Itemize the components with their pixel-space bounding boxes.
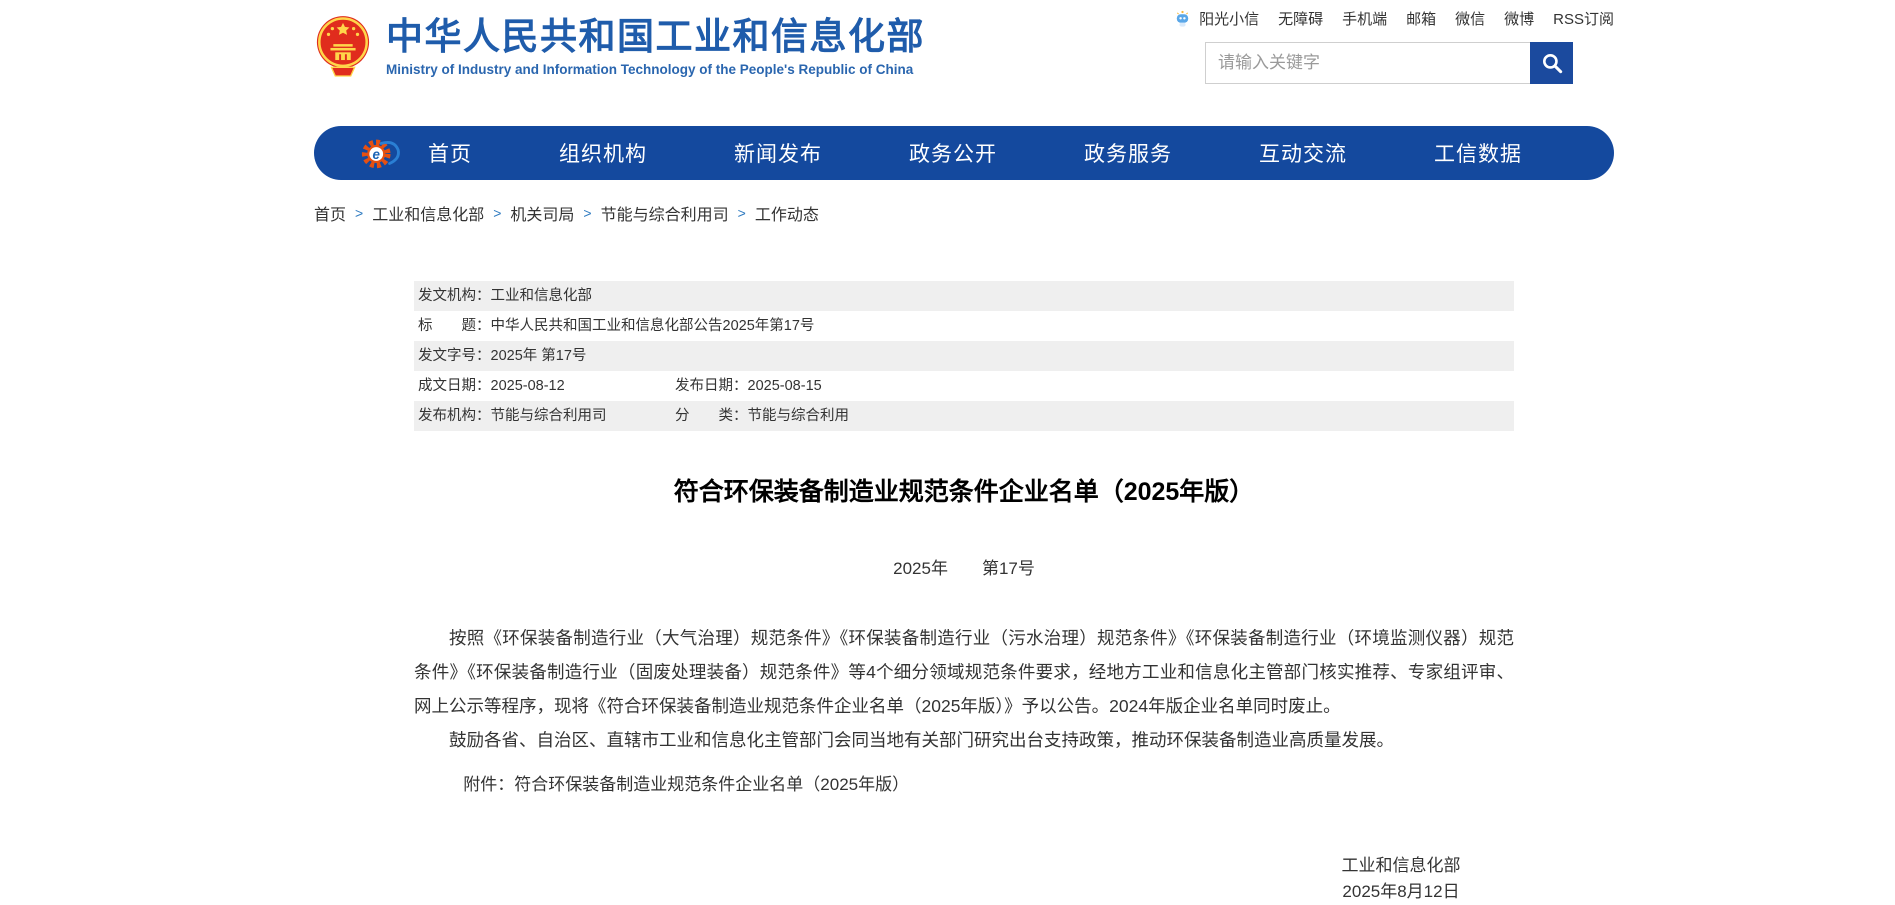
national-emblem-logo <box>314 14 372 80</box>
meta-value: 节能与综合利用司 <box>491 408 607 424</box>
meta-label: 发文机构： <box>418 288 491 304</box>
meta-label: 发布日期： <box>675 378 748 394</box>
meta-value: 中华人民共和国工业和信息化部公告2025年第17号 <box>491 318 815 334</box>
meta-row-issuing-agency: 发文机构：工业和信息化部 <box>414 281 1514 311</box>
top-link-mobile[interactable]: 手机端 <box>1342 8 1387 29</box>
header-right: 阳光小信 无障碍 手机端 邮箱 微信 微博 RSS订阅 <box>974 8 1614 84</box>
meta-cell: 发文字号：2025年 第17号 <box>418 341 586 371</box>
top-link-sunshine-bot[interactable]: 阳光小信 <box>1199 8 1259 29</box>
search-icon <box>1539 50 1565 76</box>
breadcrumb-separator: > <box>583 205 591 221</box>
meta-row-doc-number: 发文字号：2025年 第17号 <box>414 341 1514 371</box>
site-brand: 中华人民共和国工业和信息化部 Ministry of Industry and … <box>314 14 925 80</box>
site-title-cn: 中华人民共和国工业和信息化部 <box>386 17 925 58</box>
svg-text:e: e <box>373 147 381 162</box>
meta-value: 2025-08-12 <box>491 378 565 394</box>
meta-label: 标 题： <box>418 318 491 334</box>
attachment-link[interactable]: 附件：符合环保装备制造业规范条件企业名单（2025年版） <box>414 773 1514 797</box>
article-paragraph: 鼓励各省、自治区、直辖市工业和信息化主管部门会同当地有关部门研究出台支持政策，推… <box>414 723 1514 757</box>
nav-item-data[interactable]: 工信数据 <box>1434 138 1522 168</box>
breadcrumb-separator: > <box>493 205 501 221</box>
meta-value: 工业和信息化部 <box>491 288 593 304</box>
meta-label: 发布机构： <box>418 408 491 424</box>
signature-date: 2025年8月12日 <box>1296 879 1506 905</box>
top-link-rss[interactable]: RSS订阅 <box>1553 8 1614 29</box>
meta-cell: 发布日期：2025-08-15 <box>675 371 822 401</box>
nav-item-gov-disclosure[interactable]: 政务公开 <box>909 138 997 168</box>
article-paragraph: 按照《环保装备制造行业（大气治理）规范条件》《环保装备制造行业（污水治理）规范条… <box>414 621 1514 723</box>
sunshine-bot-icon <box>1173 9 1192 28</box>
meta-value: 2025年 第17号 <box>491 348 587 364</box>
breadcrumb-separator: > <box>738 205 746 221</box>
site-header: 中华人民共和国工业和信息化部 Ministry of Industry and … <box>314 0 1614 126</box>
breadcrumb-energy-dept[interactable]: 节能与综合利用司 <box>601 201 729 225</box>
meta-row-title: 标 题：中华人民共和国工业和信息化部公告2025年第17号 <box>414 311 1514 341</box>
top-utility-links: 阳光小信 无障碍 手机端 邮箱 微信 微博 RSS订阅 <box>974 8 1614 29</box>
breadcrumb-home[interactable]: 首页 <box>314 201 346 225</box>
breadcrumb: 首页 > 工业和信息化部 > 机关司局 > 节能与综合利用司 > 工作动态 <box>314 201 1614 225</box>
document-meta-table: 发文机构：工业和信息化部 标 题：中华人民共和国工业和信息化部公告2025年第1… <box>414 281 1514 431</box>
miit-gear-logo-icon: e <box>360 133 402 173</box>
nav-item-organization[interactable]: 组织机构 <box>559 138 647 168</box>
meta-value: 2025-08-15 <box>748 378 822 394</box>
meta-cell: 成文日期：2025-08-12 <box>418 371 671 401</box>
breadcrumb-departments[interactable]: 机关司局 <box>510 201 574 225</box>
nav-item-news[interactable]: 新闻发布 <box>734 138 822 168</box>
breadcrumb-work-updates[interactable]: 工作动态 <box>755 201 819 225</box>
meta-label: 分 类： <box>675 408 748 424</box>
signature-block: 工业和信息化部 2025年8月12日 <box>1296 853 1506 905</box>
top-link-accessibility[interactable]: 无障碍 <box>1278 8 1323 29</box>
nav-item-home[interactable]: 首页 <box>428 138 472 168</box>
main-navbar: e 首页 组织机构 新闻发布 政务公开 政务服务 互动交流 工信数据 <box>314 126 1614 180</box>
search-button[interactable] <box>1530 42 1573 84</box>
nav-item-gov-services[interactable]: 政务服务 <box>1084 138 1172 168</box>
meta-cell: 发文机构：工业和信息化部 <box>418 281 592 311</box>
meta-row-dates: 成文日期：2025-08-12 发布日期：2025-08-15 <box>414 371 1514 401</box>
article-title: 符合环保装备制造业规范条件企业名单（2025年版） <box>314 475 1614 509</box>
announcement-number: 2025年 第17号 <box>314 557 1614 581</box>
signature-agency: 工业和信息化部 <box>1296 853 1506 879</box>
nav-item-interaction[interactable]: 互动交流 <box>1259 138 1347 168</box>
top-link-weibo[interactable]: 微博 <box>1504 8 1534 29</box>
meta-value: 节能与综合利用 <box>748 408 850 424</box>
meta-label: 成文日期： <box>418 378 491 394</box>
meta-cell: 标 题：中华人民共和国工业和信息化部公告2025年第17号 <box>418 311 814 341</box>
search-input[interactable] <box>1205 42 1530 84</box>
meta-cell: 发布机构：节能与综合利用司 <box>418 401 671 431</box>
breadcrumb-separator: > <box>355 205 363 221</box>
meta-row-publisher-category: 发布机构：节能与综合利用司 分 类：节能与综合利用 <box>414 401 1514 431</box>
site-title-en: Ministry of Industry and Information Tec… <box>386 62 925 77</box>
page-container: 中华人民共和国工业和信息化部 Ministry of Industry and … <box>314 0 1614 905</box>
meta-cell: 分 类：节能与综合利用 <box>675 401 849 431</box>
breadcrumb-miit[interactable]: 工业和信息化部 <box>372 201 484 225</box>
search-bar <box>974 42 1573 84</box>
top-link-mail[interactable]: 邮箱 <box>1406 8 1436 29</box>
nav-items: 首页 组织机构 新闻发布 政务公开 政务服务 互动交流 工信数据 <box>428 138 1522 168</box>
top-link-wechat[interactable]: 微信 <box>1455 8 1485 29</box>
site-title-block: 中华人民共和国工业和信息化部 Ministry of Industry and … <box>386 17 925 78</box>
meta-label: 发文字号： <box>418 348 491 364</box>
article-body: 按照《环保装备制造行业（大气治理）规范条件》《环保装备制造行业（污水治理）规范条… <box>414 621 1514 757</box>
